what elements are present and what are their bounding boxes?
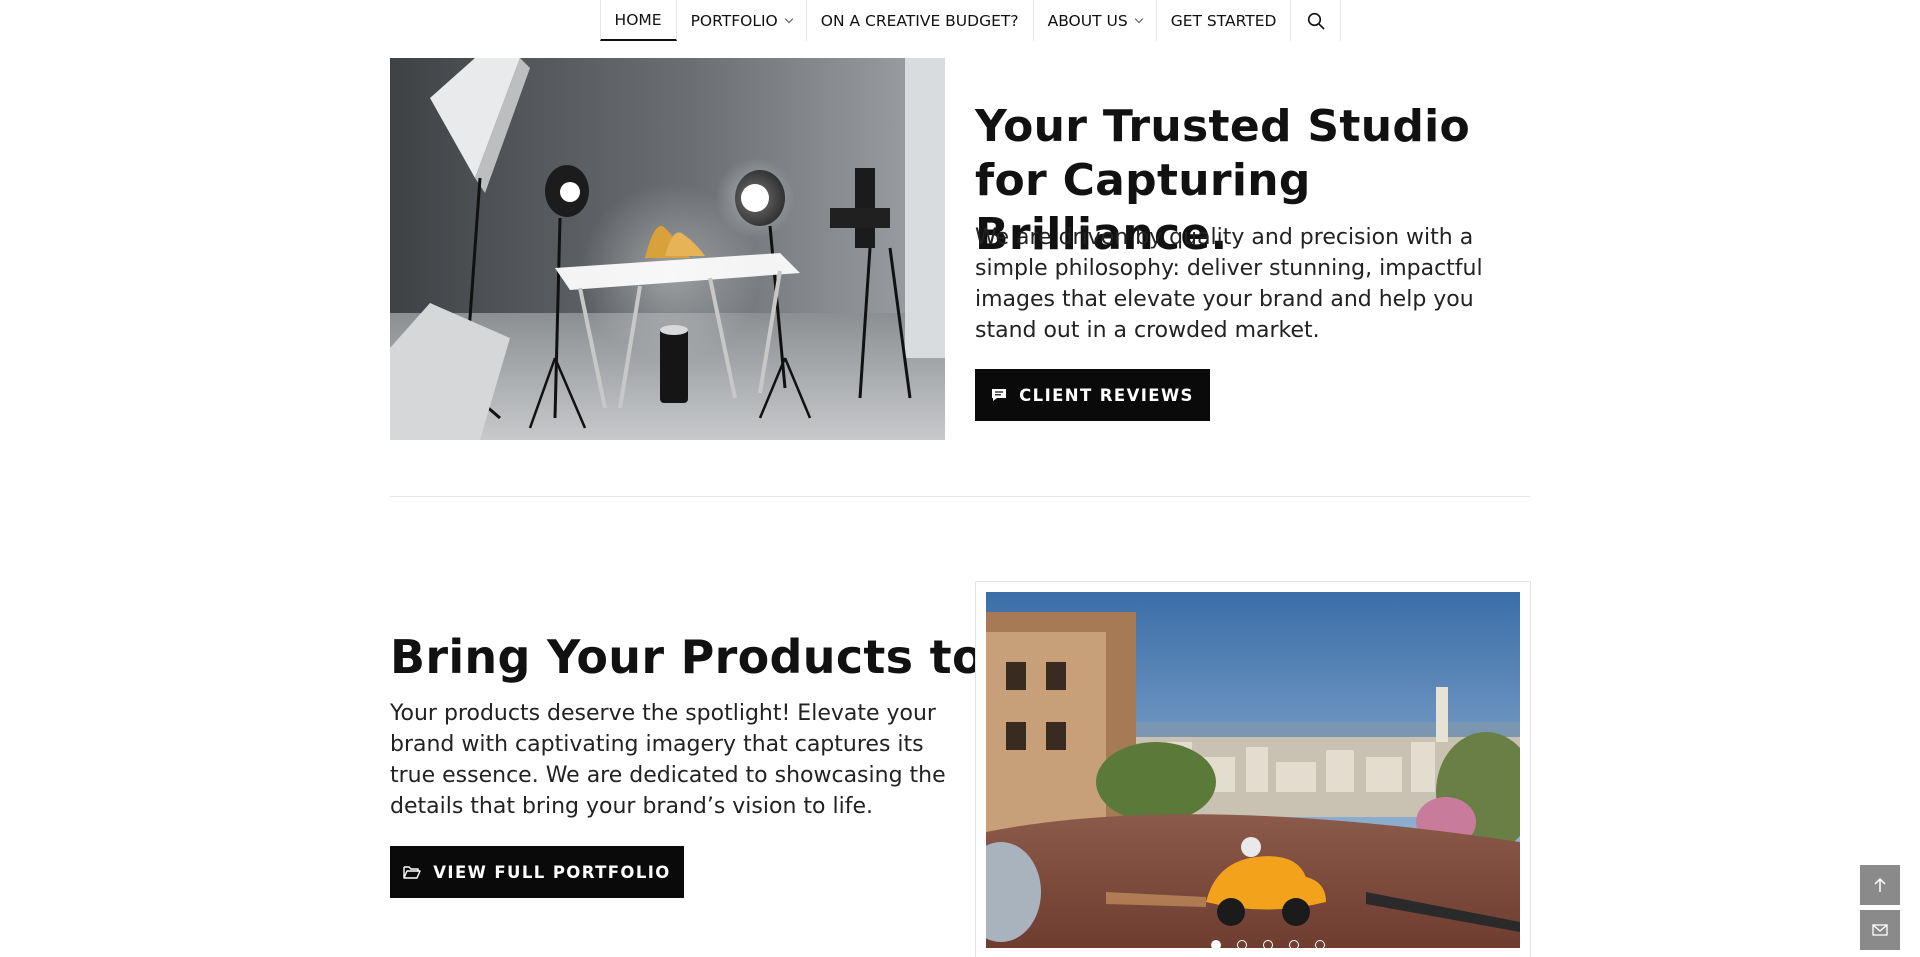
folder-open-icon — [403, 865, 421, 879]
nav-item-label: ON A CREATIVE BUDGET? — [820, 11, 1019, 30]
nav-item-label: GET STARTED — [1170, 11, 1277, 30]
section-divider — [390, 496, 1530, 497]
slider-dot-2[interactable] — [1237, 940, 1247, 950]
search-icon — [1307, 12, 1325, 29]
studio-image — [390, 58, 945, 440]
client-reviews-label: CLIENT REVIEWS — [1019, 385, 1194, 405]
nav-item-about-us[interactable]: ABOUT US — [1034, 0, 1157, 41]
studio-description: We are driven by quality and precision w… — [975, 225, 1483, 343]
portfolio-slider[interactable] — [975, 581, 1531, 957]
view-full-portfolio-button[interactable]: VIEW FULL PORTFOLIO — [390, 846, 684, 898]
nav-item-home[interactable]: HOME — [599, 0, 677, 41]
nav-item-label: HOME — [614, 10, 662, 29]
slider-dot-4[interactable] — [1289, 940, 1299, 950]
back-to-top-button[interactable] — [1860, 865, 1900, 905]
slider-dot-3[interactable] — [1263, 940, 1273, 950]
chevron-down-icon — [784, 14, 794, 23]
arrow-up-icon — [1874, 877, 1886, 892]
client-reviews-button[interactable]: CLIENT REVIEWS — [975, 369, 1210, 421]
slider-dot-5[interactable] — [1315, 940, 1325, 950]
contact-mail-button[interactable] — [1860, 910, 1900, 950]
nav-item-creative-budget[interactable]: ON A CREATIVE BUDGET? — [807, 0, 1034, 41]
nav-item-get-started[interactable]: GET STARTED — [1157, 0, 1292, 41]
nav-item-label: PORTFOLIO — [690, 11, 778, 30]
main-nav: HOME PORTFOLIO ON A CREATIVE BUDGET? ABO… — [0, 0, 1920, 41]
nav-menu: HOME PORTFOLIO ON A CREATIVE BUDGET? ABO… — [599, 0, 1342, 41]
nav-item-label: ABOUT US — [1047, 11, 1128, 30]
slider-image — [986, 592, 1520, 948]
products-description: Your products deserve the spotlight! Ele… — [390, 701, 946, 819]
slider-dot-1[interactable] — [1211, 940, 1221, 950]
mail-icon — [1872, 924, 1888, 936]
products-heading: Bring Your Products to Life. — [390, 630, 1116, 684]
chat-bubble-icon — [991, 388, 1007, 402]
chevron-down-icon — [1134, 14, 1143, 23]
search-button[interactable] — [1291, 0, 1342, 41]
view-full-portfolio-label: VIEW FULL PORTFOLIO — [433, 862, 671, 882]
nav-item-portfolio[interactable]: PORTFOLIO — [677, 0, 807, 41]
slider-dots — [976, 940, 1530, 950]
